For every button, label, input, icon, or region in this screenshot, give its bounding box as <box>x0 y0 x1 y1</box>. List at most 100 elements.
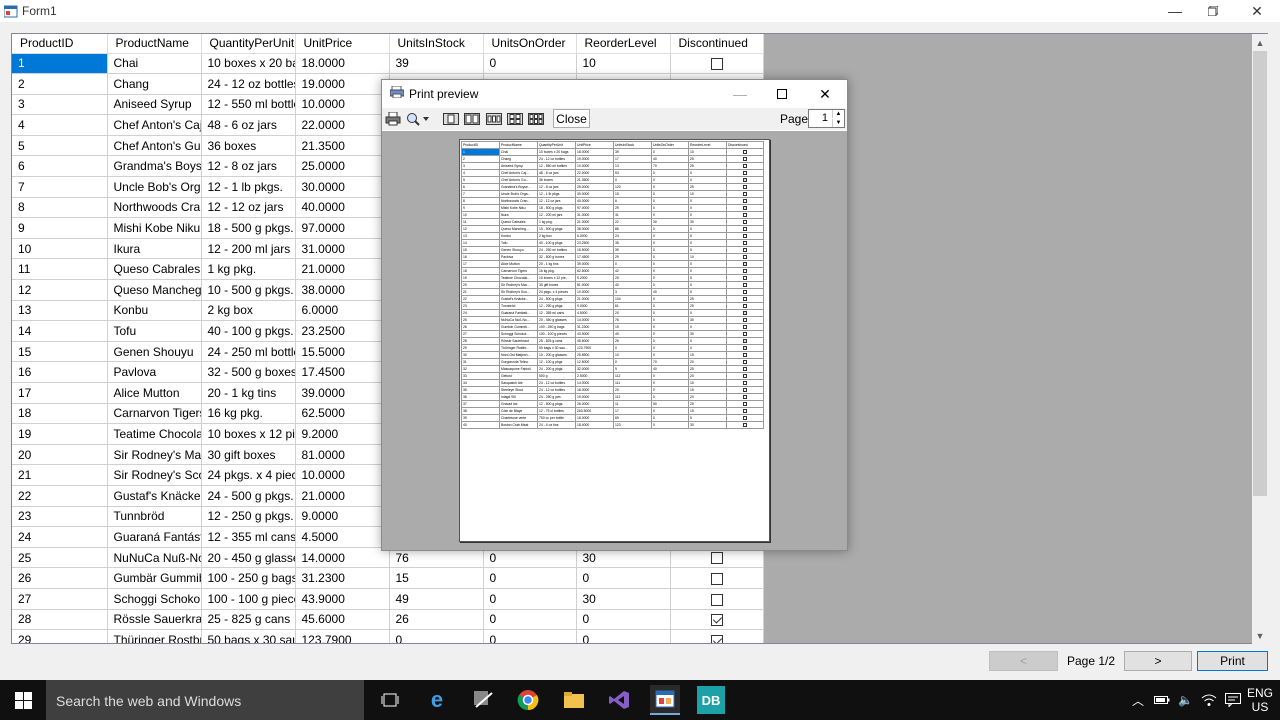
grid-cell[interactable]: 3 <box>12 94 108 116</box>
grid-cell[interactable]: Carnarvon Tigers <box>107 403 202 425</box>
grid-cell[interactable]: 9.0000 <box>295 506 390 528</box>
grid-cell[interactable]: 0 <box>483 629 577 643</box>
grid-cell[interactable]: 48 - 6 oz jars <box>201 114 296 136</box>
grid-row[interactable]: 27Schoggi Schokol...100 - 100 g pieces43… <box>12 588 764 610</box>
grid-cell[interactable]: 100 - 250 g bags <box>201 567 296 589</box>
grid-cell[interactable]: 12 - 550 ml bottles <box>201 94 296 116</box>
grid-cell[interactable]: 20 - 1 kg tins <box>201 382 296 404</box>
six-pages-icon[interactable] <box>528 111 544 127</box>
grid-cell[interactable]: Rössle Sauerkraut <box>107 609 202 631</box>
grid-cell[interactable]: Grandma's Boyse... <box>107 155 202 178</box>
grid-cell[interactable]: 0 <box>576 629 671 643</box>
grid-cell[interactable]: 12 - 250 g pkgs. <box>201 506 296 528</box>
notification-icon[interactable] <box>1224 693 1241 707</box>
grid-cell[interactable]: 29 <box>12 629 108 643</box>
grid-cell[interactable]: 20 - 450 g glasses <box>201 547 296 569</box>
wifi-icon[interactable] <box>1201 693 1217 707</box>
grid-cell[interactable]: 28 <box>12 609 108 631</box>
volume-icon[interactable]: 🔈 <box>1178 693 1193 707</box>
grid-cell[interactable]: 6 <box>12 155 108 178</box>
grid-cell[interactable]: 40.0000 <box>295 197 390 219</box>
grid-cell[interactable]: 43.9000 <box>295 588 390 610</box>
grid-cell[interactable]: Genen Shouyu <box>107 341 202 363</box>
battery-icon[interactable] <box>1154 695 1170 705</box>
grid-cell[interactable]: 9 <box>12 217 108 239</box>
windows-start-icon[interactable] <box>0 680 46 720</box>
grid-cell[interactable]: 8 <box>12 197 108 219</box>
grid-cell[interactable]: 32 - 500 g boxes <box>201 361 296 383</box>
grid-cell[interactable]: 12 - 1 lb pkgs. <box>201 176 296 198</box>
grid-cell[interactable]: 0 <box>576 609 671 631</box>
grid-cell[interactable]: 12 - 355 ml cans <box>201 526 296 548</box>
grid-cell[interactable]: 0 <box>483 53 577 75</box>
grid-cell[interactable]: Chang <box>107 73 202 95</box>
grid-column-header[interactable]: ProductName <box>107 34 202 54</box>
grid-column-header[interactable]: Discontinued <box>670 34 764 54</box>
grid-cell[interactable]: Chef Anton's Caj... <box>107 114 202 136</box>
grid-cell[interactable]: 15 <box>12 341 108 363</box>
preview-close-button[interactable]: Close <box>553 109 590 128</box>
grid-column-header[interactable]: UnitsOnOrder <box>483 34 577 54</box>
page-number-stepper[interactable]: 1 ▲ ▼ <box>808 109 845 128</box>
close-window-button[interactable]: ✕ <box>1235 0 1279 22</box>
grid-cell[interactable]: 16 <box>12 361 108 383</box>
file-explorer-icon[interactable] <box>559 685 589 715</box>
dialog-maximize-button[interactable] <box>760 80 804 108</box>
grid-cell[interactable]: Gumbär Gummib... <box>107 567 202 589</box>
grid-cell[interactable]: 1 <box>12 53 108 75</box>
grid-cell[interactable]: 18 <box>12 403 108 425</box>
print-icon[interactable] <box>385 111 401 127</box>
grid-cell[interactable]: 22.0000 <box>295 114 390 136</box>
grid-cell[interactable]: Queso Cabrales <box>107 258 202 281</box>
grid-cell[interactable]: 40 - 100 g pkgs. <box>201 320 296 342</box>
grid-cell[interactable]: 23.2500 <box>295 320 390 342</box>
grid-cell[interactable]: Northwoods Cran... <box>107 197 202 219</box>
grid-cell[interactable]: 2 <box>12 73 108 95</box>
grid-cell[interactable]: 12 - 12 oz jars <box>201 197 296 219</box>
grid-cell[interactable]: 10 boxes x 12 pie... <box>201 423 296 445</box>
grid-cell[interactable]: 24 - 12 oz bottles <box>201 73 296 95</box>
grid-cell[interactable]: Pavlova <box>107 361 202 383</box>
grid-cell[interactable]: Aniseed Syrup <box>107 94 202 116</box>
grid-cell[interactable]: 21.3500 <box>295 135 390 157</box>
grid-cell[interactable]: 7 <box>12 176 108 198</box>
grid-cell[interactable]: 97.0000 <box>295 217 390 239</box>
grid-cell[interactable]: 81.0000 <box>295 444 390 466</box>
grid-discontinued-cell[interactable] <box>670 588 764 610</box>
edge-browser-icon[interactable]: e <box>422 685 452 715</box>
grid-cell[interactable]: 6.0000 <box>295 300 390 322</box>
grid-column-header[interactable]: ProductID <box>12 34 108 54</box>
dialog-close-button[interactable]: ✕ <box>803 80 847 108</box>
print-button[interactable]: Print <box>1197 651 1268 671</box>
grid-cell[interactable]: 5 <box>12 135 108 157</box>
grid-column-header[interactable]: UnitPrice <box>295 34 390 54</box>
grid-cell[interactable]: 19 <box>12 423 108 445</box>
grid-cell[interactable]: 30.0000 <box>295 176 390 198</box>
grid-discontinued-cell[interactable] <box>670 629 764 643</box>
grid-row[interactable]: 28Rössle Sauerkraut25 - 825 g cans45.600… <box>12 609 764 631</box>
grid-cell[interactable]: 0 <box>576 567 671 589</box>
grid-cell[interactable]: 25 - 825 g cans <box>201 609 296 631</box>
grid-cell[interactable]: 10.0000 <box>295 94 390 116</box>
grid-cell[interactable]: 4 <box>12 114 108 136</box>
language-indicator[interactable]: ENG US <box>1247 686 1273 714</box>
database-tool-icon[interactable]: DB <box>697 686 725 714</box>
grid-cell[interactable]: 39 <box>389 53 484 75</box>
grid-discontinued-cell[interactable] <box>670 567 764 589</box>
grid-cell[interactable]: Chai <box>107 53 202 75</box>
grid-cell[interactable]: 20 <box>12 444 108 466</box>
grid-cell[interactable]: 11 <box>12 258 108 281</box>
next-page-button[interactable]: > <box>1124 651 1192 671</box>
grid-cell[interactable]: 15 <box>389 567 484 589</box>
grid-cell[interactable]: 24 pkgs. x 4 pieces <box>201 464 296 486</box>
checkbox[interactable] <box>710 614 723 627</box>
grid-cell[interactable]: 45.6000 <box>295 609 390 631</box>
grid-cell[interactable]: 17 <box>12 382 108 404</box>
checkbox[interactable] <box>710 58 723 71</box>
grid-cell[interactable]: Sir Rodney's Mar... <box>107 444 202 466</box>
four-pages-icon[interactable] <box>507 111 523 127</box>
grid-cell[interactable]: 23 <box>12 506 108 528</box>
grid-cell[interactable]: Konbu <box>107 300 202 322</box>
grid-cell[interactable]: 26 <box>389 609 484 631</box>
grid-cell[interactable]: 18 - 500 g pkgs. <box>201 217 296 239</box>
